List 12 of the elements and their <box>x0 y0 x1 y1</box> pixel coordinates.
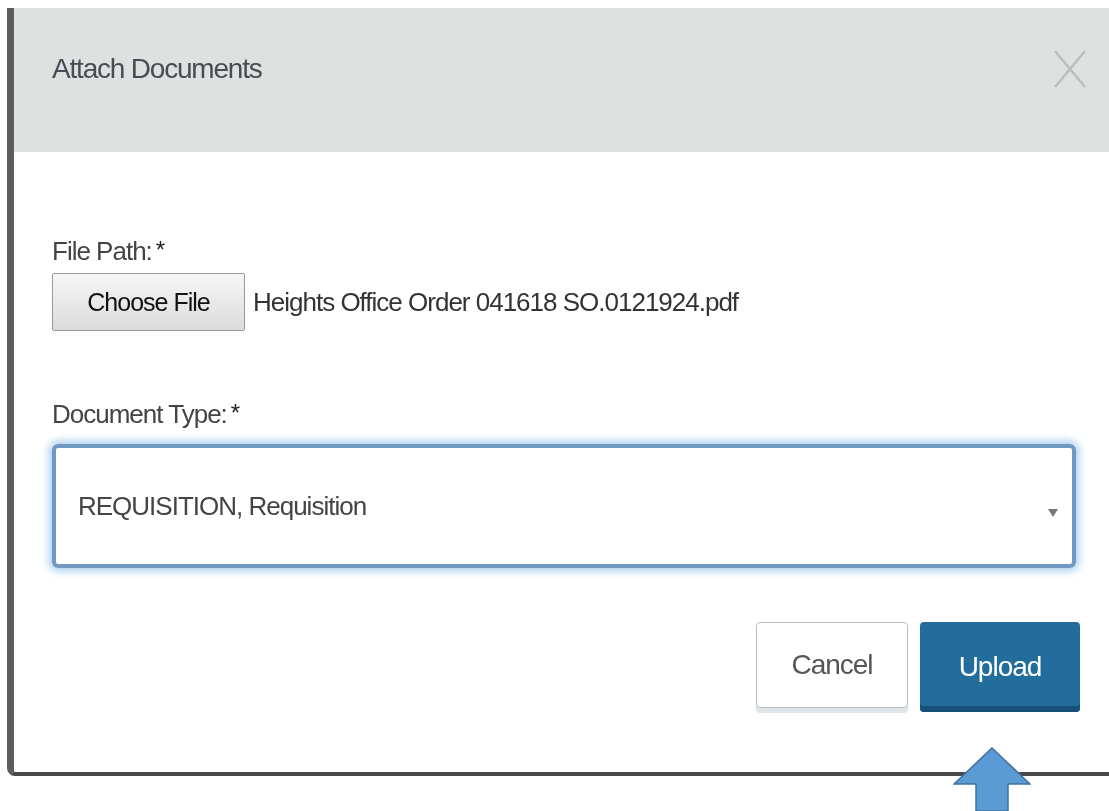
up-arrow-icon <box>953 747 1031 811</box>
document-type-select[interactable]: REQUISITION, Requisition <box>52 444 1076 568</box>
field-label: File Path: <box>52 236 152 267</box>
close-icon[interactable] <box>1053 49 1087 89</box>
required-mark: * <box>230 399 240 428</box>
required-mark: * <box>155 236 165 265</box>
file-name: Heights Office Order 041618 SO.0121924.pdf <box>253 286 739 318</box>
caret-icon <box>1048 509 1058 517</box>
field-label: Document Type: <box>52 399 227 430</box>
dialog-title: Attach Documents <box>52 53 262 85</box>
upload-button[interactable]: Upload <box>920 622 1080 712</box>
choose-file-button[interactable]: Choose File <box>52 273 245 331</box>
